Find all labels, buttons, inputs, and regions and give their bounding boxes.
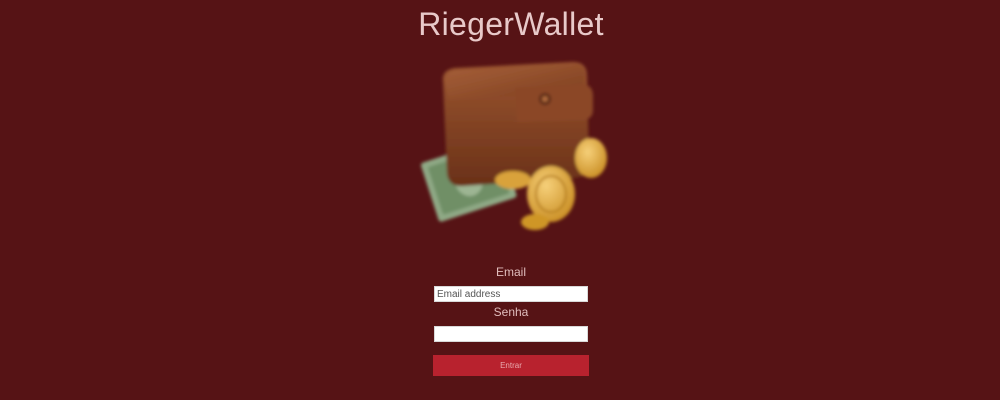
app-title: RiegerWallet (418, 6, 604, 42)
email-label: Email (495, 265, 526, 279)
email-field[interactable] (434, 286, 588, 302)
login-button[interactable]: Entrar (433, 355, 589, 376)
wallet-with-coins-icon (420, 62, 607, 230)
password-field[interactable] (434, 326, 588, 342)
login-screen: RiegerWallet Email Email address Senha E… (0, 0, 1000, 400)
password-label: Senha (493, 305, 529, 319)
